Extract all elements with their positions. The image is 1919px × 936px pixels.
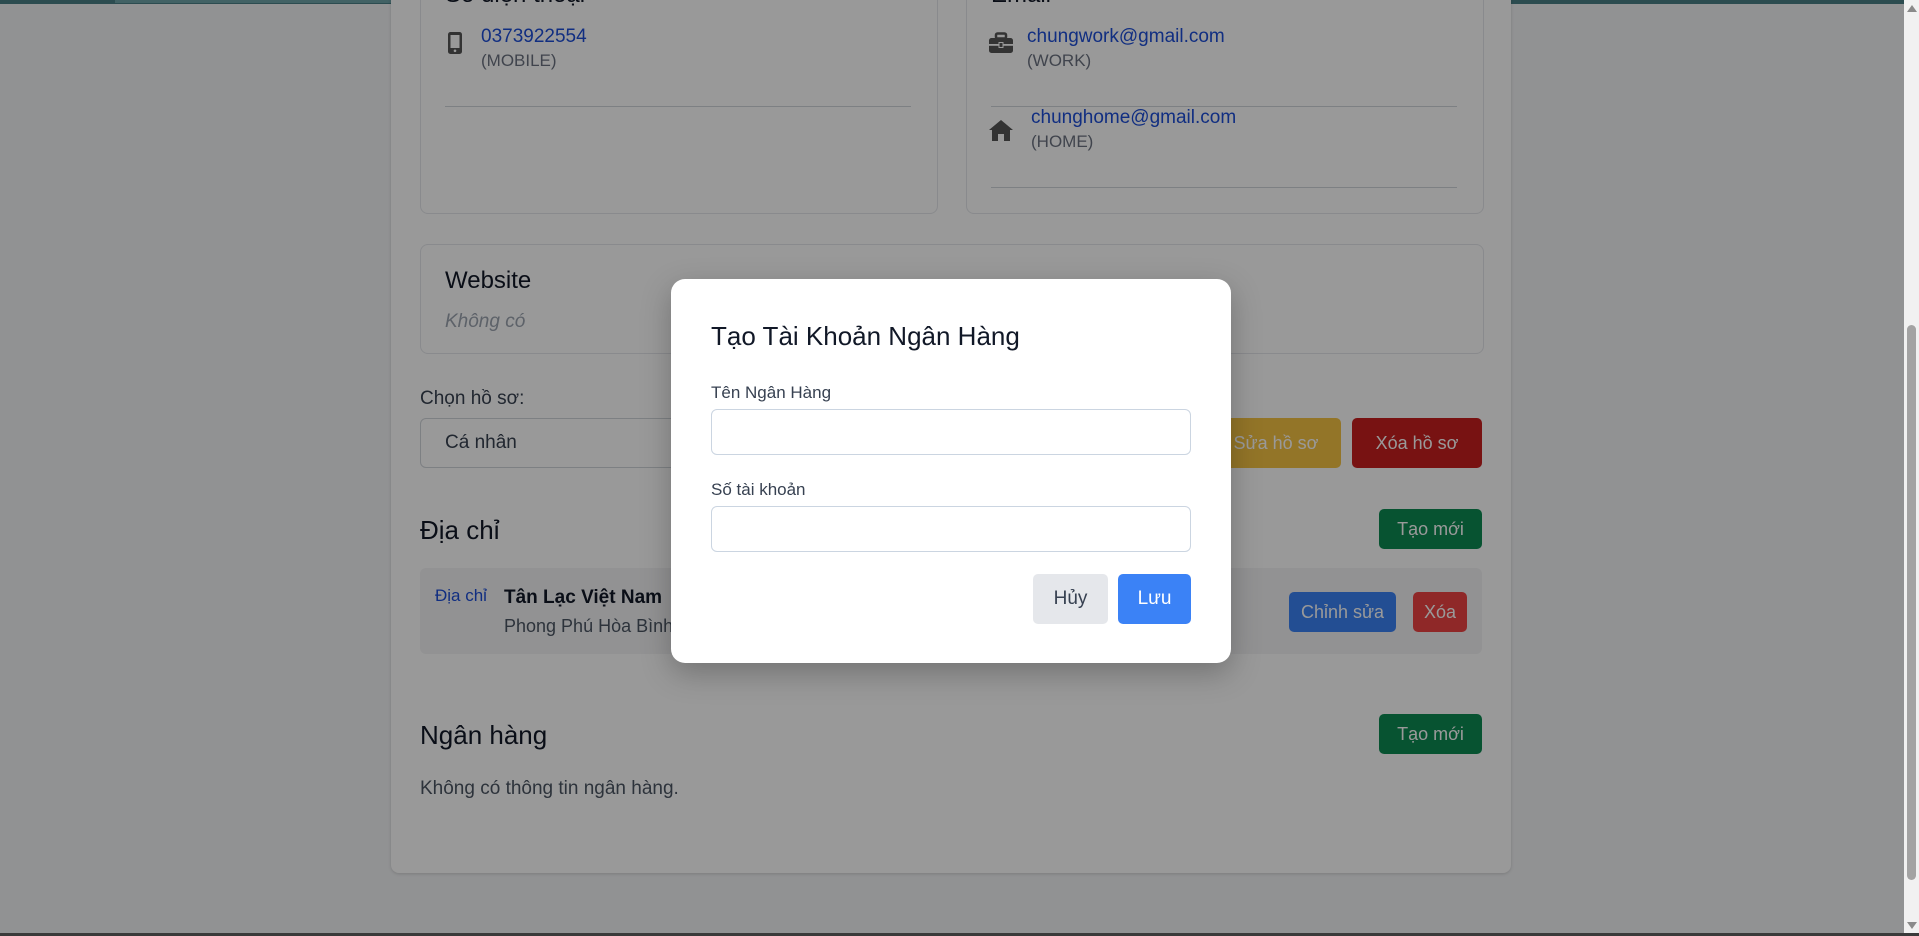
create-bank-account-modal: Tạo Tài Khoản Ngân Hàng Tên Ngân Hàng Số… xyxy=(671,279,1231,663)
account-number-input[interactable] xyxy=(711,506,1191,552)
account-number-label: Số tài khoản xyxy=(711,480,806,499)
save-button[interactable]: Lưu xyxy=(1118,574,1191,624)
scroll-down-icon[interactable] xyxy=(1907,922,1917,929)
scrollbar-thumb[interactable] xyxy=(1907,325,1916,880)
page-scrollbar[interactable] xyxy=(1904,0,1919,936)
scroll-up-icon[interactable] xyxy=(1907,5,1917,12)
bank-name-label: Tên Ngân Hàng xyxy=(711,383,832,402)
bank-name-input[interactable] xyxy=(711,409,1191,455)
modal-title: Tạo Tài Khoản Ngân Hàng xyxy=(711,321,1020,351)
cancel-button[interactable]: Hủy xyxy=(1033,574,1108,624)
